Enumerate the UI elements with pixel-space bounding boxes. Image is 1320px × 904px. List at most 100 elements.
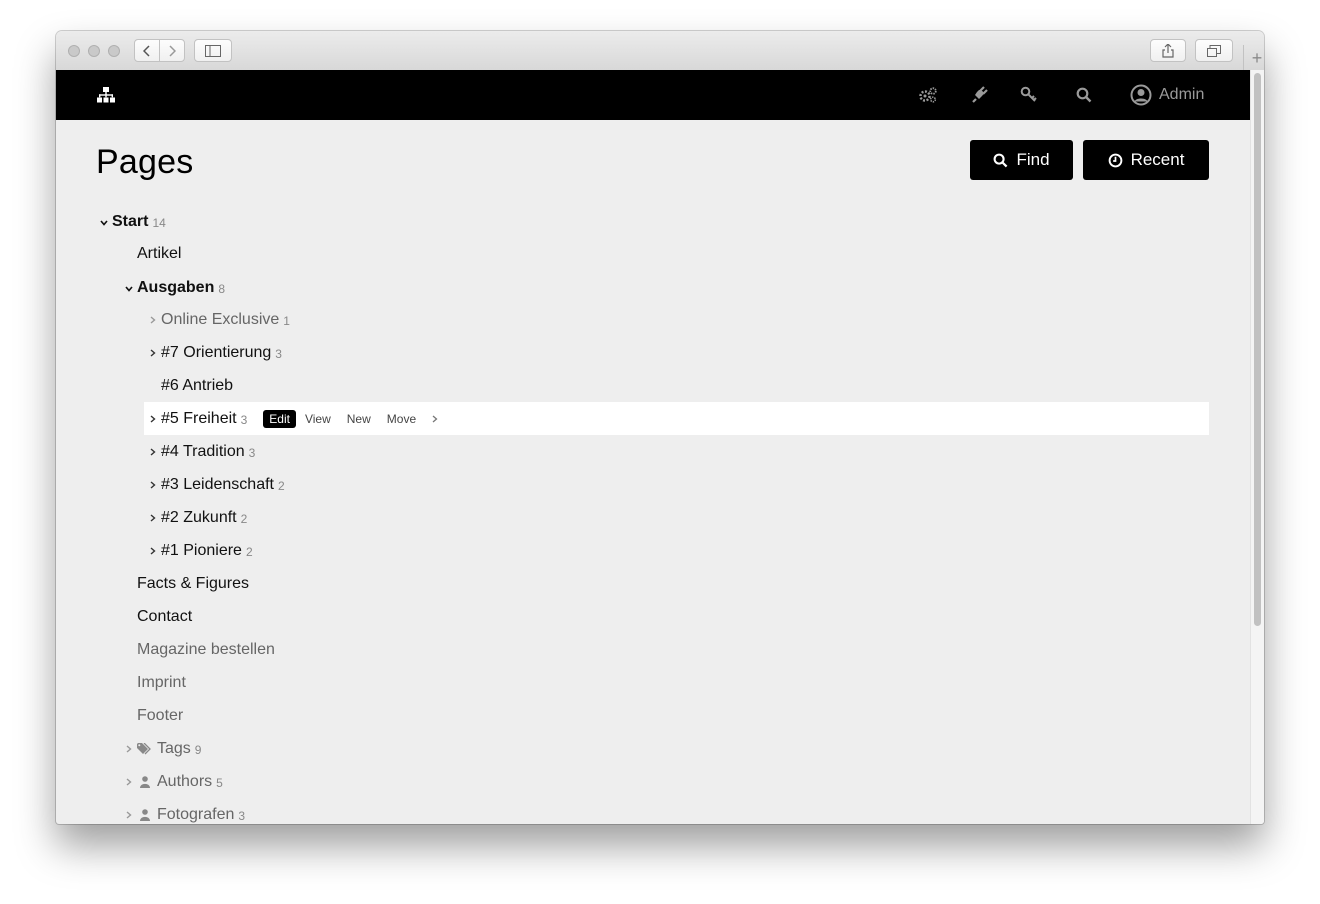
- tree-item-zukunft[interactable]: #2 Zukunft 2: [150, 501, 248, 534]
- share-button[interactable]: [1150, 39, 1186, 62]
- child-count: 2: [245, 545, 253, 559]
- minimize-window-button[interactable]: [88, 45, 100, 57]
- tree-item-label: Magazine bestellen: [137, 640, 275, 658]
- chevron-right-icon[interactable]: [123, 808, 135, 822]
- tree-item-tradition[interactable]: #4 Tradition 3: [150, 435, 256, 468]
- child-count: 1: [283, 314, 290, 328]
- chevron-right-icon: [169, 44, 176, 57]
- share-icon: [1162, 43, 1174, 58]
- tags-icon: [137, 742, 153, 755]
- tree-item-label: Facts & Figures: [137, 574, 250, 592]
- chevron-right-icon[interactable]: [123, 775, 135, 789]
- tree-item-facts-figures[interactable]: Facts & Figures: [137, 567, 249, 600]
- chevron-down-icon[interactable]: [123, 281, 135, 295]
- tree-item-label: Footer: [137, 706, 184, 724]
- chevron-right-icon[interactable]: [147, 478, 159, 492]
- admin-label: Admin: [1159, 86, 1205, 103]
- tabs-icon: [1207, 44, 1221, 57]
- tree-item-orientierung[interactable]: #7 Orientierung 3: [150, 336, 282, 369]
- gears-icon[interactable]: [918, 85, 938, 105]
- row-actions: Edit View New Move: [263, 409, 454, 428]
- search-icon: [994, 153, 1008, 167]
- tree-item-label: Online Exclusive: [161, 310, 280, 328]
- clock-icon: [1108, 153, 1122, 167]
- move-button[interactable]: Move: [387, 412, 416, 426]
- chevron-right-icon[interactable]: [123, 742, 135, 756]
- tree-item-label: #5 Freiheit: [161, 409, 237, 427]
- cms-topbar: Admin: [56, 70, 1250, 120]
- tree-item-ausgaben[interactable]: Ausgaben 8: [125, 271, 225, 304]
- user-circle-icon: [1130, 84, 1152, 106]
- new-button[interactable]: New: [347, 412, 371, 426]
- recent-button[interactable]: Recent: [1083, 140, 1209, 180]
- chevron-right-icon[interactable]: [147, 346, 159, 360]
- child-count: 14: [152, 216, 166, 230]
- view-button[interactable]: View: [305, 412, 331, 426]
- tree-item-label: Authors: [157, 772, 213, 790]
- more-actions-chevron-icon[interactable]: [432, 412, 438, 426]
- tabs-overview-button[interactable]: [1195, 39, 1233, 62]
- key-icon[interactable]: [1019, 85, 1039, 105]
- close-window-button[interactable]: [68, 45, 80, 57]
- find-button-label: Find: [1016, 150, 1050, 169]
- child-count: 2: [277, 479, 285, 493]
- sidebar-toggle-button[interactable]: [194, 39, 232, 62]
- page-title: Pages: [96, 143, 194, 181]
- tree-item-contact[interactable]: Contact: [137, 600, 192, 633]
- sitemap-icon[interactable]: [96, 85, 116, 105]
- chevron-right-icon[interactable]: [147, 544, 159, 558]
- forward-button[interactable]: [159, 39, 185, 62]
- tree-item-freiheit[interactable]: #5 Freiheit 3 Edit View New Move: [150, 402, 454, 435]
- new-tab-button[interactable]: +: [1243, 45, 1264, 71]
- tree-item-authors[interactable]: Authors 5: [126, 765, 223, 798]
- chevron-left-icon: [143, 44, 150, 57]
- tree-item-artikel[interactable]: Artikel: [137, 237, 181, 270]
- user-icon: [137, 775, 153, 788]
- tree-item-start[interactable]: Start 14: [100, 205, 166, 238]
- chevron-down-icon[interactable]: [98, 215, 110, 229]
- child-count: 3: [248, 446, 256, 460]
- tree-item-label: Ausgaben: [137, 278, 215, 296]
- child-count: 3: [275, 347, 282, 361]
- tree-item-pioniere[interactable]: #1 Pioniere 2: [150, 534, 253, 567]
- tree-item-label: Contact: [137, 607, 193, 625]
- tree-item-label: #6 Antrieb: [161, 376, 234, 394]
- tree-item-label: #4 Tradition: [161, 442, 245, 460]
- sidebar-icon: [205, 44, 221, 57]
- tree-item-online-exclusive[interactable]: Online Exclusive 1: [150, 303, 290, 336]
- recent-button-label: Recent: [1130, 150, 1185, 169]
- tree-item-label: #2 Zukunft: [161, 508, 237, 526]
- chevron-right-icon[interactable]: [147, 511, 159, 525]
- chevron-right-icon[interactable]: [147, 412, 159, 426]
- plug-icon[interactable]: [969, 85, 989, 105]
- chevron-right-icon[interactable]: [147, 313, 159, 327]
- tree-item-tags[interactable]: Tags 9: [126, 732, 202, 765]
- chevron-right-icon[interactable]: [147, 445, 159, 459]
- browser-titlebar: +: [56, 31, 1264, 71]
- zoom-window-button[interactable]: [108, 45, 120, 57]
- tree-item-antrieb[interactable]: #6 Antrieb: [161, 369, 233, 402]
- tree-item-fotografen[interactable]: Fotografen 3: [126, 798, 246, 824]
- search-icon[interactable]: [1074, 85, 1094, 105]
- tree-item-magazine-bestellen[interactable]: Magazine bestellen: [137, 633, 275, 666]
- tree-item-label: Artikel: [137, 244, 182, 262]
- page-scrollbar[interactable]: [1250, 70, 1264, 824]
- tree-item-label: Start: [112, 212, 149, 230]
- browser-window: + Admin Pages Find Recent Start 14 Artik…: [56, 31, 1264, 824]
- tree-item-imprint[interactable]: Imprint: [137, 666, 186, 699]
- edit-button[interactable]: Edit: [263, 409, 296, 428]
- tree-item-leidenschaft[interactable]: #3 Leidenschaft 2: [150, 468, 285, 501]
- scrollbar-thumb[interactable]: [1254, 73, 1261, 626]
- tree-item-label: #1 Pioniere: [161, 541, 242, 559]
- child-count: 9: [194, 743, 202, 757]
- tree-item-label: #3 Leidenschaft: [161, 475, 274, 493]
- user-icon: [137, 808, 153, 821]
- back-button[interactable]: [134, 39, 160, 62]
- admin-menu[interactable]: Admin: [1130, 84, 1204, 106]
- child-count: 3: [238, 809, 246, 823]
- child-count: 2: [240, 512, 248, 526]
- child-count: 3: [240, 413, 248, 427]
- find-button[interactable]: Find: [970, 140, 1073, 180]
- child-count: 5: [216, 776, 223, 790]
- tree-item-footer[interactable]: Footer: [137, 699, 183, 732]
